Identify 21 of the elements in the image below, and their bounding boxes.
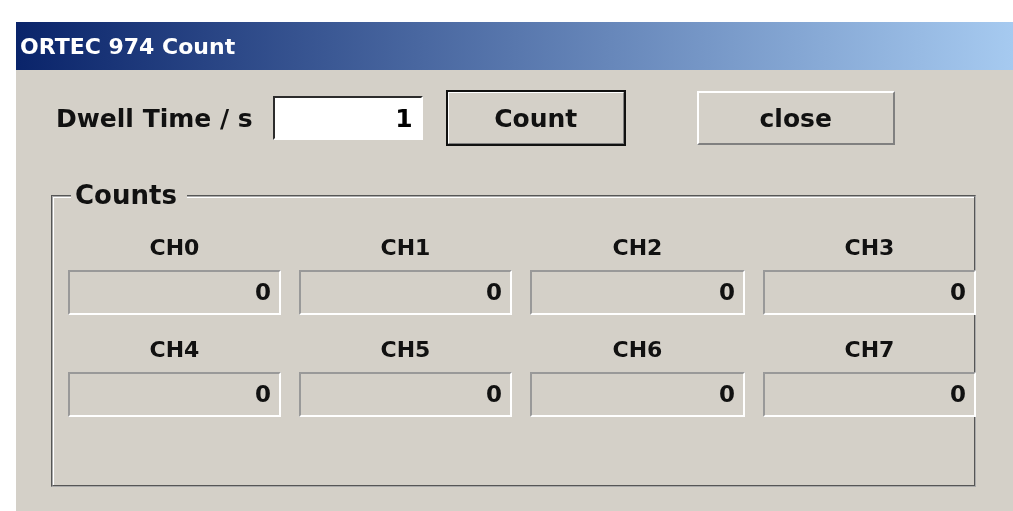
- count-readout: 0: [530, 372, 745, 417]
- count-readout: 0: [530, 270, 745, 315]
- button[interactable]: close: [696, 91, 895, 145]
- channel-label: CH1: [380, 235, 431, 260]
- count-readout: 0: [763, 270, 976, 315]
- channel-label: CH7: [844, 337, 895, 362]
- channel-label: CH4: [149, 337, 200, 362]
- channel-label: CH3: [844, 235, 895, 260]
- window-title: ORTEC 974 Count: [20, 33, 236, 59]
- count-readout: 0: [68, 270, 281, 315]
- count-readout: 0: [299, 372, 512, 417]
- channel-label: CH2: [612, 235, 663, 260]
- count-readout: 0: [763, 372, 976, 417]
- channel-label: CH6: [612, 337, 663, 362]
- dwell-time-field[interactable]: 1: [272, 96, 423, 140]
- button[interactable]: Count: [446, 91, 625, 145]
- channel-label: CH0: [149, 235, 200, 260]
- channel-label: CH5: [380, 337, 431, 362]
- dwell-time-label: Dwell Time / s: [56, 103, 253, 133]
- count-readout: 0: [299, 270, 512, 315]
- count-readout: 0: [68, 372, 281, 417]
